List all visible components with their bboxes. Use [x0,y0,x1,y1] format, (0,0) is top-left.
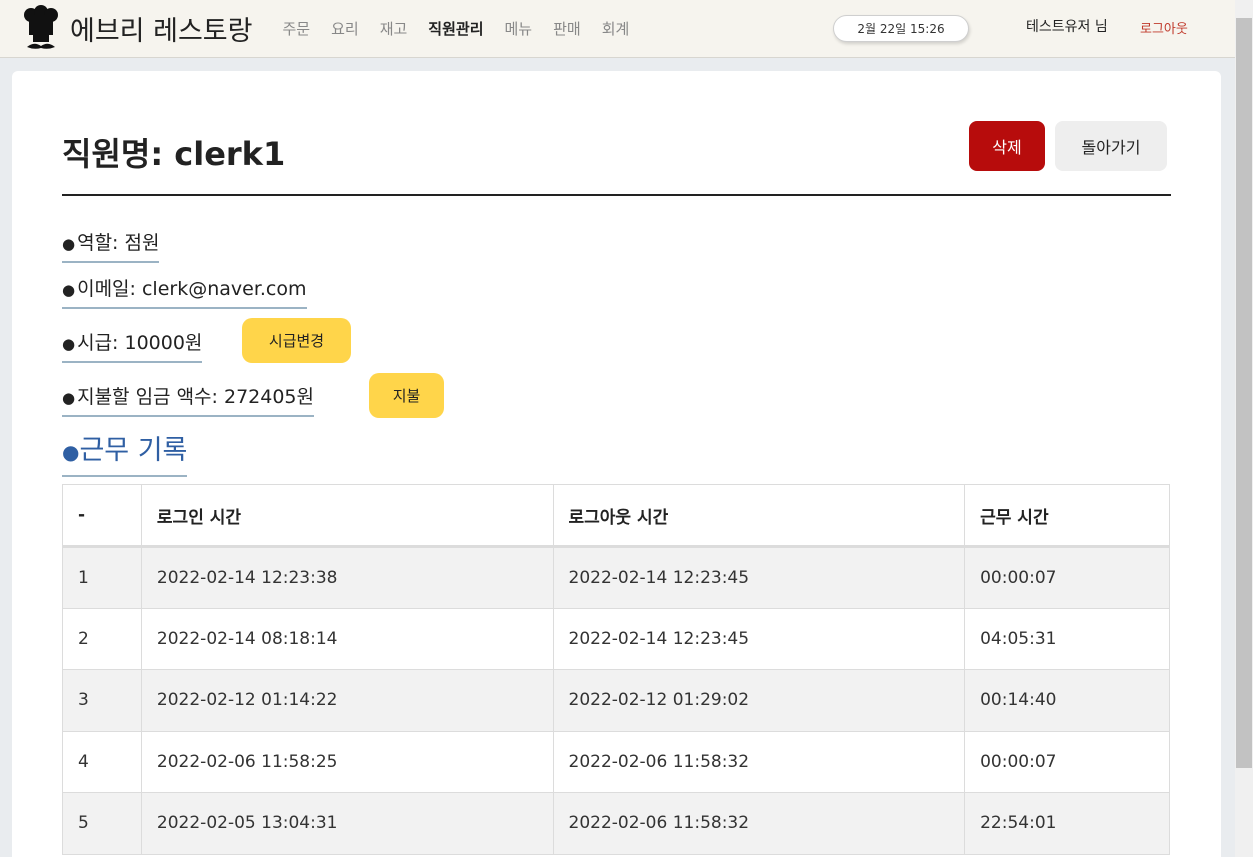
nav-item-sales[interactable]: 판매 [553,18,581,39]
user-name: 테스트유저 님 [1026,19,1108,35]
nav-item-inventory[interactable]: 재고 [380,18,408,39]
logout-time: 2022-02-06 11:58:32 [552,730,966,793]
table-row: 2 2022-02-14 08:18:14 2022-02-14 12:23:4… [62,607,1170,670]
work-records-heading: ●근무 기록 [62,428,188,477]
email-info: ● 이메일: clerk@naver.com [62,274,307,309]
nav-item-staff[interactable]: 직원관리 [428,18,483,39]
row-index: 1 [62,546,142,609]
bullet-icon: ● [62,389,76,407]
pay-button[interactable]: 지불 [369,373,444,418]
change-wage-button[interactable]: 시급변경 [242,318,351,363]
column-header-index: - [62,484,142,548]
nav-item-accounting[interactable]: 회계 [602,18,630,39]
login-time: 2022-02-06 11:58:25 [140,730,554,793]
work-records-title: 근무 기록 [79,435,188,466]
work-duration: 00:14:40 [964,669,1170,732]
row-index: 2 [62,607,142,670]
table-row: 3 2022-02-12 01:14:22 2022-02-12 01:29:0… [62,669,1170,732]
column-header-login: 로그인 시간 [140,484,554,548]
table-row: 1 2022-02-14 12:23:38 2022-02-14 12:23:4… [62,546,1170,609]
logout-time: 2022-02-06 11:58:32 [552,792,966,855]
wage-text: 시급: 10000원 [77,332,203,354]
row-index: 5 [62,792,142,855]
date-time-display: 2월 22일 15:26 [833,15,969,42]
nav-item-order[interactable]: 주문 [282,18,310,39]
work-records-table: - 로그인 시간 로그아웃 시간 근무 시간 1 2022-02-14 12:2… [62,484,1170,855]
delete-button[interactable]: 삭제 [969,121,1045,171]
table-row: 4 2022-02-06 11:58:25 2022-02-06 11:58:3… [62,730,1170,793]
nav-item-menu[interactable]: 메뉴 [505,18,533,39]
email-text: 이메일: clerk@naver.com [77,278,307,300]
role-text: 역할: 점원 [77,232,160,254]
login-time: 2022-02-14 08:18:14 [140,607,554,670]
work-duration: 00:00:07 [964,730,1170,793]
bullet-icon: ● [62,235,76,253]
login-time: 2022-02-05 13:04:31 [140,792,554,855]
column-header-duration: 근무 시간 [964,484,1170,548]
logout-link[interactable]: 로그아웃 [1140,18,1188,37]
logout-time: 2022-02-12 01:29:02 [552,669,966,732]
row-index: 4 [62,730,142,793]
work-duration: 04:05:31 [964,607,1170,670]
work-duration: 22:54:01 [964,792,1170,855]
page-title: 직원명: clerk1 [62,135,286,173]
row-index: 3 [62,669,142,732]
bullet-icon: ● [62,281,76,299]
scrollbar-thumb[interactable] [1236,18,1252,768]
back-button[interactable]: 돌아가기 [1055,121,1167,171]
nav-menu: 주문 요리 재고 직원관리 메뉴 판매 회계 [282,18,650,39]
login-time: 2022-02-14 12:23:38 [140,546,554,609]
table-row: 5 2022-02-05 13:04:31 2022-02-06 11:58:3… [62,792,1170,855]
role-info: ● 역할: 점원 [62,228,160,263]
pay-text: 지불할 임금 액수: 272405원 [77,386,314,408]
bullet-icon: ● [62,440,80,464]
pay-info: ● 지불할 임금 액수: 272405원 [62,382,314,417]
wage-info: ● 시급: 10000원 [62,328,203,363]
title-divider [62,194,1171,196]
brand[interactable]: 에브리 레스토랑 [22,4,253,53]
nav-item-cooking[interactable]: 요리 [331,18,359,39]
brand-title: 에브리 레스토랑 [70,16,253,47]
logout-time: 2022-02-14 12:23:45 [552,607,966,670]
login-time: 2022-02-12 01:14:22 [140,669,554,732]
work-duration: 00:00:07 [964,546,1170,609]
logout-time: 2022-02-14 12:23:45 [552,546,966,609]
column-header-logout: 로그아웃 시간 [552,484,966,548]
chef-hat-logo-icon [24,4,58,49]
table-header-row: - 로그인 시간 로그아웃 시간 근무 시간 [62,484,1170,548]
bullet-icon: ● [62,335,76,353]
